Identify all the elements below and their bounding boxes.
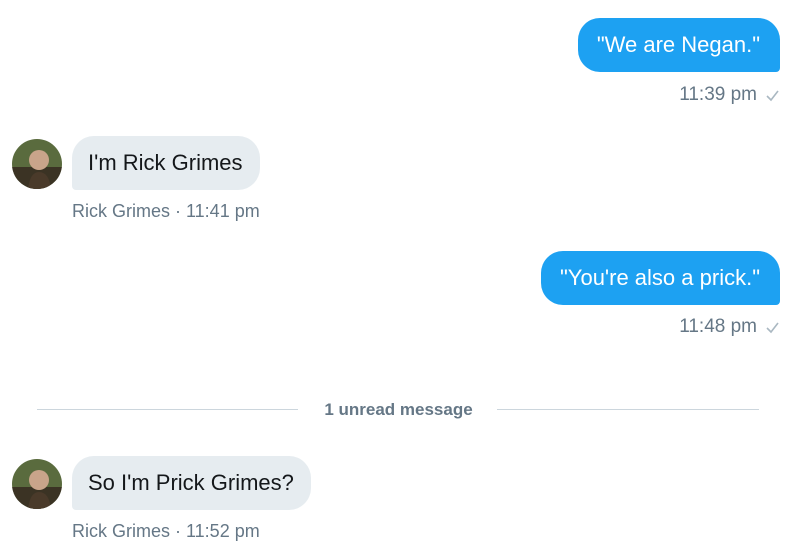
message-text: I'm Rick Grimes (88, 150, 243, 175)
message-meta: 11:39 pm (679, 84, 779, 106)
message-text: So I'm Prick Grimes? (88, 470, 294, 495)
avatar-image (12, 139, 62, 189)
unread-divider-label: 1 unread message (324, 400, 473, 419)
check-icon (766, 322, 779, 333)
avatar[interactable] (12, 139, 62, 189)
message-time: 11:39 pm (679, 84, 757, 105)
message-time: 11:48 pm (679, 316, 757, 337)
message-meta: Rick Grimes · 11:41 pm (72, 201, 260, 221)
check-icon (766, 90, 779, 101)
outgoing-message-bubble[interactable]: "We are Negan." (577, 18, 780, 72)
avatar-image (12, 459, 62, 509)
message-text: "We are Negan." (596, 32, 760, 57)
message-text: "You're also a prick." (560, 265, 760, 290)
message-meta: Rick Grimes · 11:52 pm (72, 521, 260, 541)
incoming-message-bubble[interactable]: I'm Rick Grimes (72, 136, 260, 190)
incoming-message-bubble[interactable]: So I'm Prick Grimes? (72, 456, 311, 510)
message-meta: 11:48 pm (679, 316, 779, 338)
outgoing-message-bubble[interactable]: "You're also a prick." (541, 251, 780, 305)
avatar[interactable] (12, 459, 62, 509)
